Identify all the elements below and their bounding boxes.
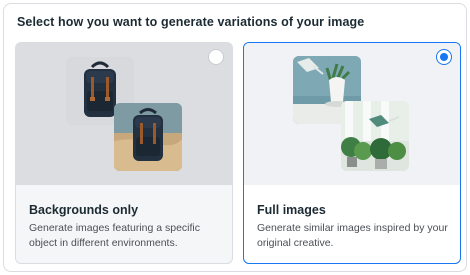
backgrounds-only-preview [16, 43, 232, 185]
backgrounds-only-title: Backgrounds only [29, 203, 139, 217]
full-images-description: Generate similar images inspired by your… [257, 222, 448, 249]
option-backgrounds-only[interactable]: Backgrounds only Generate images featuri… [15, 42, 233, 264]
full-images-title: Full images [257, 203, 326, 217]
backpack-outdoor-image [114, 103, 182, 171]
greenhouse-plants-image [341, 101, 409, 171]
full-images-preview [244, 43, 460, 185]
backgrounds-only-description: Generate images featuring a specific obj… [29, 222, 201, 249]
full-images-radio[interactable] [436, 49, 452, 65]
variation-mode-panel: Select how you want to generate variatio… [3, 3, 467, 272]
option-full-images[interactable]: Full images Generate similar images insp… [243, 42, 461, 264]
backgrounds-only-radio[interactable] [208, 49, 224, 65]
section-heading: Select how you want to generate variatio… [17, 15, 365, 29]
